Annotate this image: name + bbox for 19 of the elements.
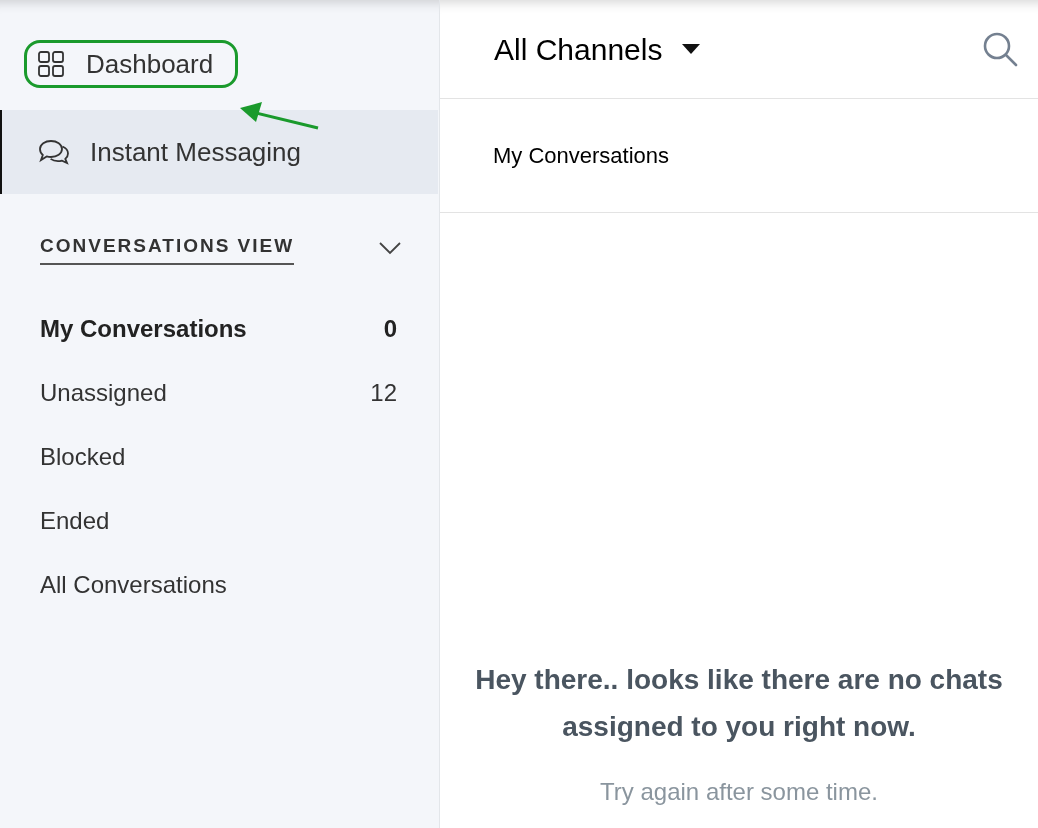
count-label: 12 — [370, 377, 397, 408]
conversation-filter-title: My Conversations — [493, 142, 670, 170]
view-item[interactable]: Blocked — [0, 424, 439, 489]
chat-bubbles-icon — [38, 139, 70, 165]
count-label: 0 — [383, 313, 397, 344]
view-item[interactable]: My Conversations 0 — [0, 296, 439, 361]
nav-item[interactable]: Dashboard — [0, 38, 214, 90]
search-icon[interactable] — [982, 31, 1018, 67]
view-item[interactable]: Ended — [0, 488, 439, 553]
channel-dropdown[interactable]: All Channels — [494, 26, 701, 72]
view-item[interactable]: All Conversations — [0, 552, 439, 617]
empty-state-message: Hey there.. looks like there are no chats assigned to you right now. — [474, 663, 1004, 744]
caret-icon — [682, 44, 701, 54]
nav-item[interactable]: Instant Messaging — [0, 110, 438, 194]
empty-state-hint: Try again after some time. — [600, 777, 878, 807]
chevron-icon[interactable] — [379, 241, 401, 256]
section-title: CONVERSATIONS VIEW — [40, 232, 295, 265]
view-item[interactable]: Unassigned 12 — [0, 360, 439, 425]
grid-icon — [38, 51, 64, 77]
